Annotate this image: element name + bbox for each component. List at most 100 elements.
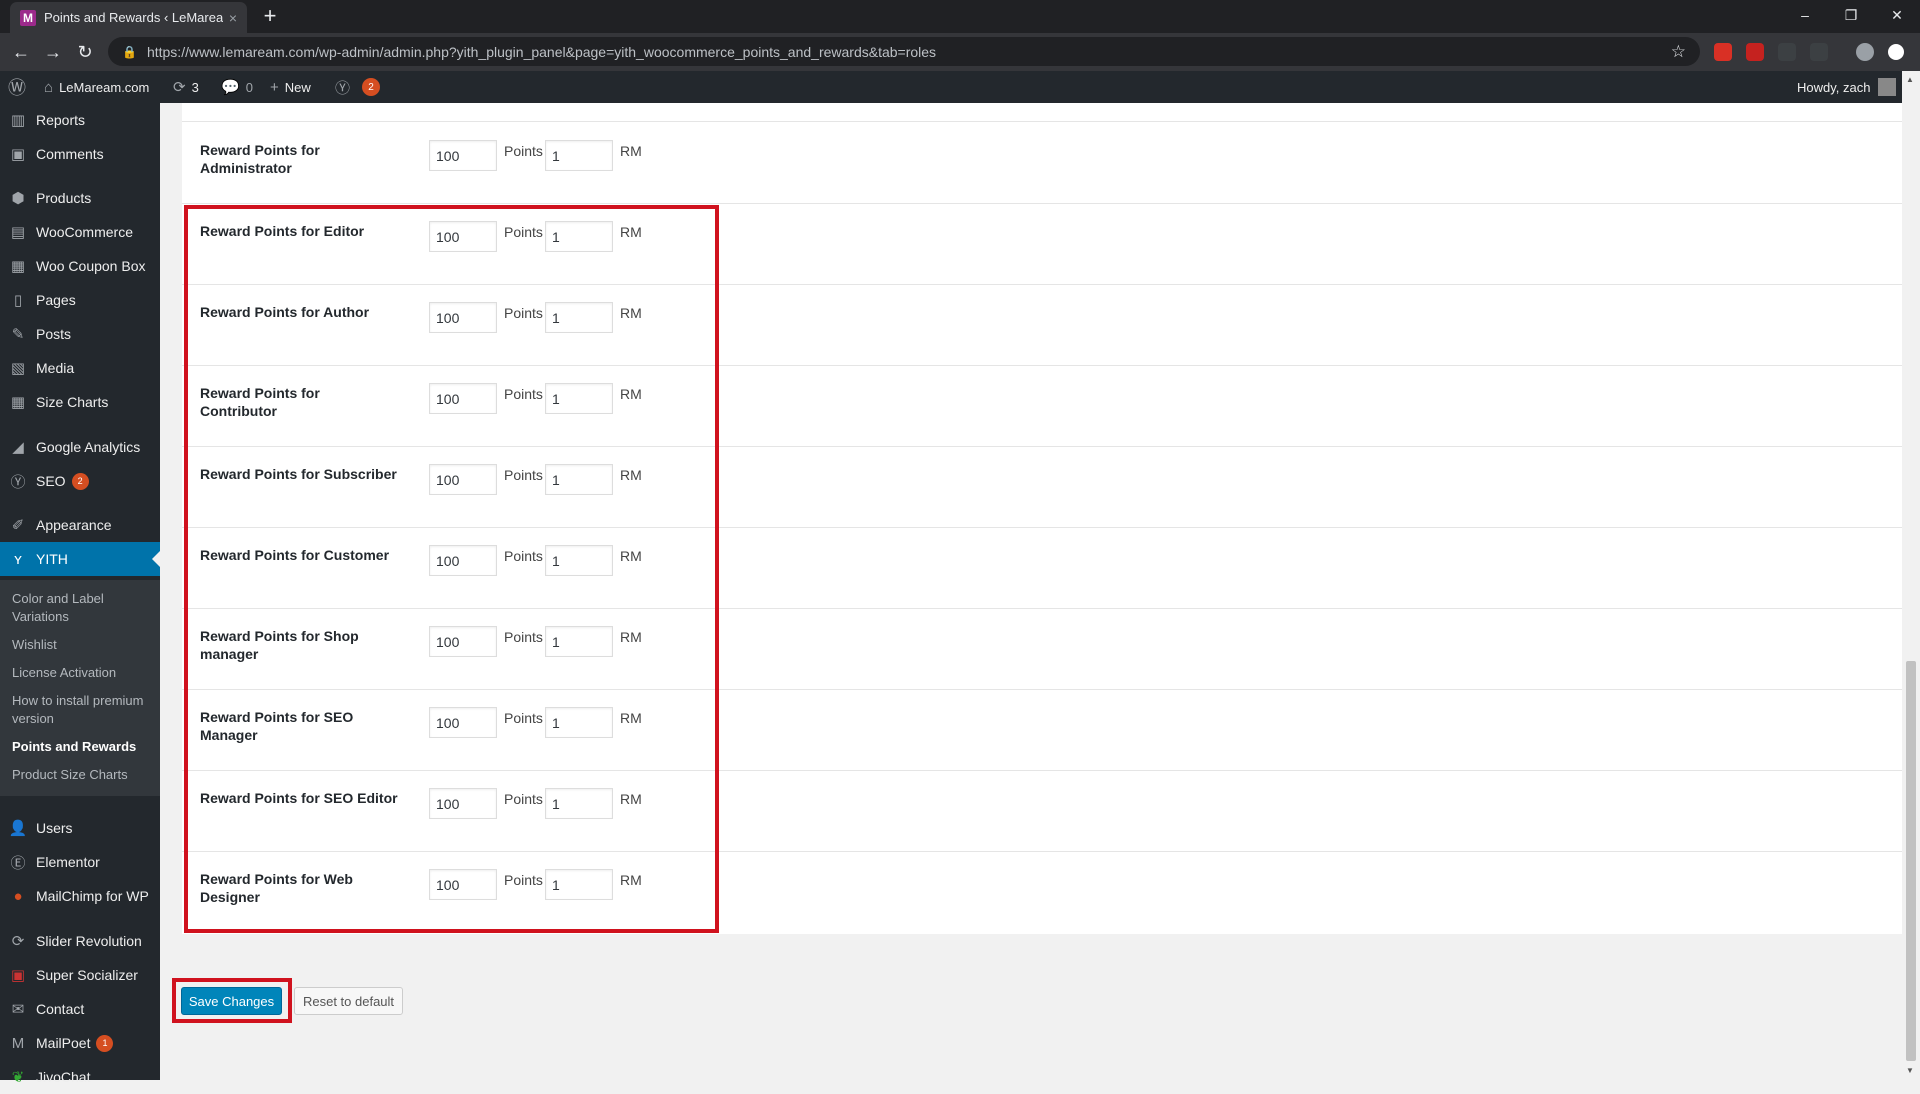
- browser-toolbar: ← → ↻ 🔒 https://www.lemaream.com/wp-admi…: [0, 33, 1920, 71]
- menu-elementor[interactable]: Ⓔ Elementor: [0, 845, 160, 879]
- site-favicon-icon: M: [20, 9, 36, 26]
- new-content-link[interactable]: + New: [270, 71, 311, 103]
- users-icon: 👤: [8, 820, 28, 837]
- yoast-icon: Ⓨ: [335, 79, 351, 97]
- tab-close-icon[interactable]: ×: [229, 10, 237, 26]
- window-close-icon[interactable]: ✕: [1874, 0, 1920, 30]
- seo-icon: Ⓨ: [10, 473, 26, 491]
- submenu-install-premium[interactable]: How to install premium version: [12, 692, 152, 728]
- seo-badge: 2: [71, 472, 89, 490]
- wp-admin-bar: Ⓦ ⌂ LeMaream.com ⟳ 3 💬 0 + New Ⓨ 2 Howdy…: [0, 71, 1920, 103]
- menu-mailpoet[interactable]: M MailPoet 1: [0, 1026, 160, 1060]
- points-input[interactable]: 100: [429, 140, 497, 171]
- new-tab-button[interactable]: +: [258, 4, 282, 28]
- comment-bubble-icon: 💬: [221, 79, 240, 96]
- url-text: https://www.lemaream.com/wp-admin/admin.…: [146, 43, 937, 60]
- media-icon: ▧: [10, 360, 26, 377]
- page-scrollbar[interactable]: ▲ ▼: [1902, 71, 1920, 1080]
- jivochat-icon: ❦: [11, 1069, 25, 1086]
- menu-icon[interactable]: [1888, 44, 1904, 60]
- browser-tab-bar: M Points and Rewards ‹ LeMaream. × + – ❐…: [0, 0, 1920, 33]
- plus-icon: +: [270, 78, 279, 96]
- submenu-color-label[interactable]: Color and Label Variations: [12, 590, 152, 626]
- updates-link[interactable]: ⟳ 3: [173, 71, 199, 103]
- highlight-box-roles: [184, 205, 719, 933]
- amount-input[interactable]: 1: [545, 140, 613, 171]
- scroll-thumb[interactable]: [1906, 661, 1916, 1061]
- menu-size-charts[interactable]: ▦ Size Charts: [0, 385, 160, 419]
- submenu-license[interactable]: License Activation: [12, 664, 152, 682]
- extension-icon[interactable]: [1714, 43, 1732, 61]
- submenu-points-rewards[interactable]: Points and Rewards: [12, 738, 152, 756]
- coupon-icon: ▦: [10, 258, 26, 275]
- appearance-icon: ✐: [11, 517, 25, 534]
- comments-icon: ▣: [10, 146, 26, 163]
- reload-icon[interactable]: ↻: [74, 41, 96, 63]
- extension-icon[interactable]: [1746, 43, 1764, 61]
- products-icon: ⬢: [11, 190, 25, 207]
- bookmark-star-icon[interactable]: ☆: [1671, 42, 1686, 62]
- menu-woocommerce[interactable]: ▤ WooCommerce: [0, 215, 160, 249]
- admin-sidebar: ▥ Reports ▣ Comments ⬢ Products ▤ WooCommerc…: [0, 103, 160, 1086]
- menu-slider-revolution[interactable]: ⟳ Slider Revolution: [0, 924, 160, 958]
- menu-products[interactable]: ⬢ Products: [0, 181, 160, 215]
- menu-pages[interactable]: ▯ Pages: [0, 283, 160, 317]
- menu-posts[interactable]: ✎ Posts: [0, 317, 160, 351]
- site-name-link[interactable]: ⌂ LeMaream.com: [44, 71, 149, 103]
- home-icon: ⌂: [44, 78, 54, 96]
- size-charts-icon: ▦: [10, 394, 26, 411]
- pages-icon: ▯: [13, 292, 23, 309]
- extension-icon[interactable]: [1810, 43, 1828, 61]
- save-changes-button[interactable]: Save Changes: [181, 987, 282, 1015]
- menu-users[interactable]: 👤 Users: [0, 811, 160, 845]
- profile-icon[interactable]: [1856, 43, 1874, 61]
- menu-super-socializer[interactable]: ▣ Super Socializer: [0, 958, 160, 992]
- menu-jivochat[interactable]: ❦ JivoChat: [0, 1060, 160, 1094]
- elementor-icon: Ⓔ: [10, 854, 26, 872]
- active-arrow: [152, 551, 160, 567]
- menu-contact[interactable]: ✉ Contact: [0, 992, 160, 1026]
- back-icon[interactable]: ←: [10, 41, 32, 63]
- forward-icon[interactable]: →: [42, 41, 64, 63]
- contact-icon: ✉: [11, 1001, 25, 1018]
- menu-reports[interactable]: ▥ Reports: [0, 103, 160, 137]
- menu-mailchimp[interactable]: ● MailChimp for WP: [0, 879, 160, 913]
- minimize-icon[interactable]: –: [1782, 0, 1828, 30]
- currency-unit: RM: [620, 143, 642, 159]
- woocommerce-icon: ▤: [10, 224, 26, 241]
- menu-media[interactable]: ▧ Media: [0, 351, 160, 385]
- tab-title: Points and Rewards ‹ LeMaream.: [44, 10, 223, 25]
- mailpoet-badge: 1: [96, 1034, 114, 1052]
- analytics-icon: ◢: [12, 439, 24, 456]
- mailpoet-icon: M: [11, 1034, 25, 1052]
- menu-woo-coupon-box[interactable]: ▦ Woo Coupon Box: [0, 249, 160, 283]
- row-label: Reward Points for Administrator: [200, 142, 320, 176]
- posts-icon: ✎: [11, 326, 25, 343]
- reports-icon: ▥: [10, 112, 26, 129]
- slider-icon: ⟳: [11, 933, 25, 950]
- address-bar[interactable]: 🔒 https://www.lemaream.com/wp-admin/admi…: [108, 37, 1700, 66]
- browser-tab[interactable]: M Points and Rewards ‹ LeMaream. ×: [10, 2, 247, 33]
- yith-icon: ʏ: [14, 550, 22, 568]
- menu-appearance[interactable]: ✐ Appearance: [0, 508, 160, 542]
- points-unit: Points: [504, 143, 543, 159]
- socializer-icon: ▣: [10, 967, 26, 984]
- menu-seo[interactable]: Ⓨ SEO 2: [0, 464, 160, 498]
- submenu-wishlist[interactable]: Wishlist: [12, 636, 152, 654]
- yoast-link[interactable]: Ⓨ 2: [335, 71, 381, 103]
- lock-icon: 🔒: [122, 44, 137, 59]
- scroll-down-icon[interactable]: ▼: [1906, 1066, 1914, 1075]
- scroll-up-icon[interactable]: ▲: [1906, 75, 1914, 84]
- yith-submenu: Color and Label Variations Wishlist Lice…: [0, 580, 160, 796]
- avatar: [1878, 78, 1897, 96]
- menu-comments[interactable]: ▣ Comments: [0, 137, 160, 171]
- menu-yith[interactable]: ʏ YITH: [0, 542, 160, 576]
- my-account-link[interactable]: Howdy, zach: [1797, 71, 1897, 103]
- wordpress-logo-icon[interactable]: Ⓦ: [8, 71, 26, 103]
- extension-icon[interactable]: [1778, 43, 1796, 61]
- menu-google-analytics[interactable]: ◢ Google Analytics: [0, 430, 160, 464]
- submenu-product-size-charts[interactable]: Product Size Charts: [12, 766, 152, 784]
- restore-icon[interactable]: ❐: [1828, 0, 1874, 30]
- reset-to-default-button[interactable]: Reset to default: [294, 987, 403, 1015]
- comments-link[interactable]: 💬 0: [221, 71, 253, 103]
